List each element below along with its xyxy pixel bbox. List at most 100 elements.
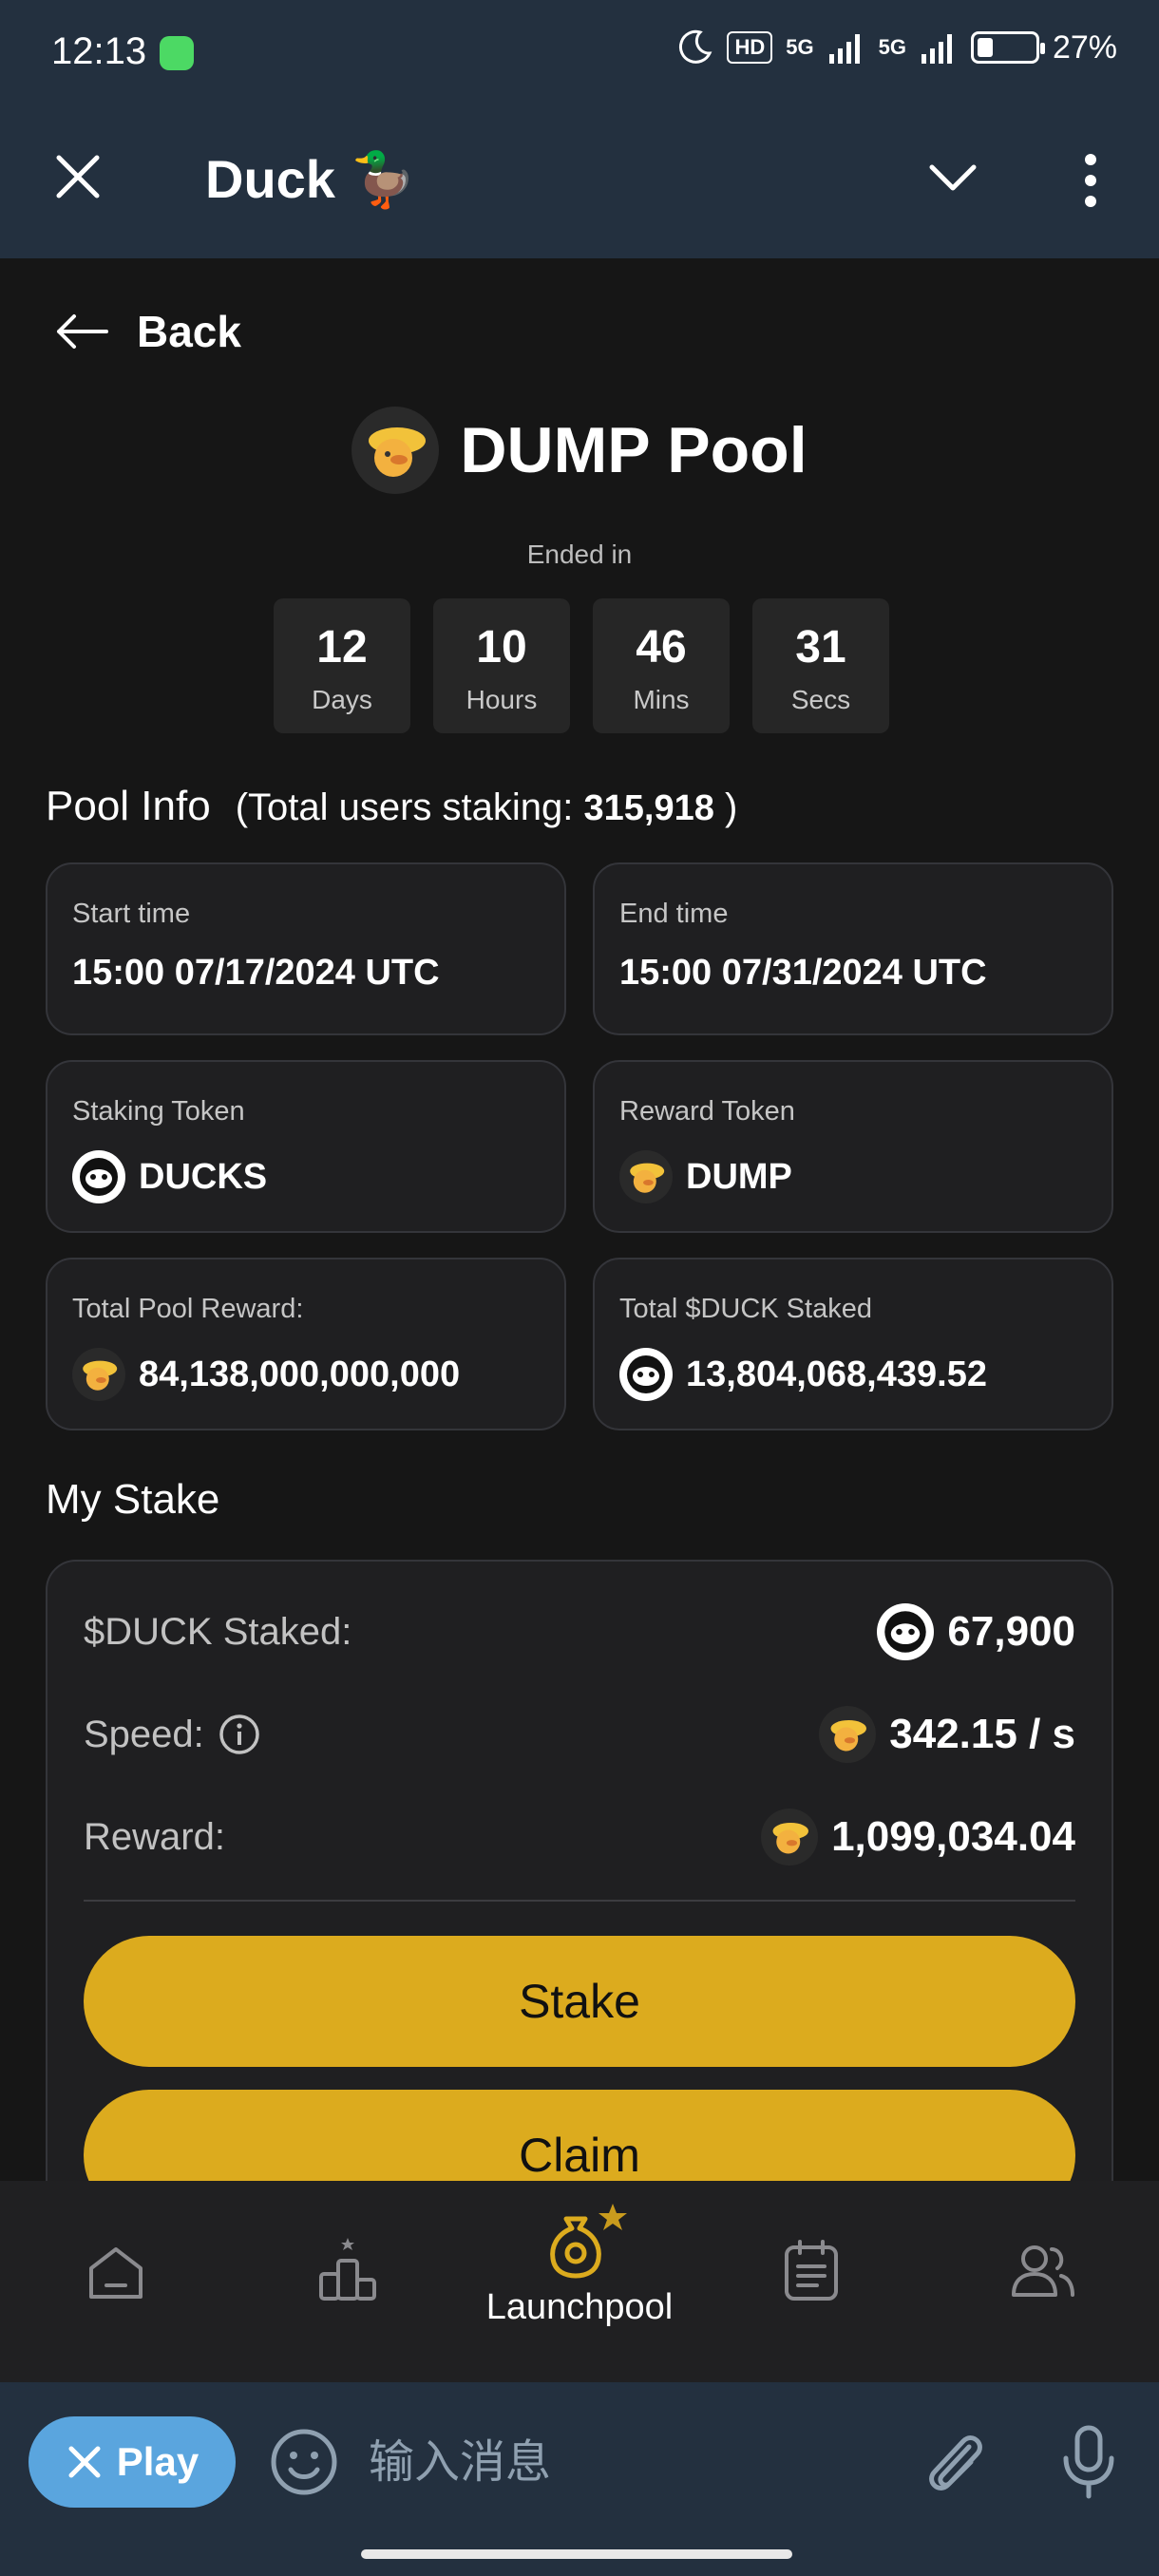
pool-info-title: Pool Info xyxy=(46,783,211,829)
total-staked-card: Total $DUCK Staked 13,804,068,439.52 xyxy=(593,1258,1113,1430)
moon-icon xyxy=(679,29,712,64)
duck-token-icon xyxy=(72,1150,125,1203)
card-value: 84,138,000,000,000 xyxy=(72,1348,540,1401)
card-value: DUCKS xyxy=(72,1150,540,1203)
card-label: Total Pool Reward: xyxy=(72,1294,304,1324)
launchpool-icon xyxy=(550,2204,627,2279)
countdown-unit: Secs xyxy=(790,685,851,714)
card-value: 15:00 07/31/2024 UTC xyxy=(619,953,987,993)
reward-amount: 1,099,034.04 xyxy=(831,1813,1075,1860)
pool-info-heading: Pool Info (Total users staking: 315,918 … xyxy=(46,783,737,830)
battery-percent: 27% xyxy=(1052,28,1117,66)
card-value: 15:00 07/17/2024 UTC xyxy=(72,953,440,993)
speed-amount: 342.15 / s xyxy=(889,1711,1075,1757)
total-pool-reward-card: Total Pool Reward: 84,138,000,000,000 xyxy=(46,1258,566,1430)
signal-bars-icon-2 xyxy=(921,34,952,64)
card-label: Total $DUCK Staked xyxy=(619,1294,872,1324)
dump-token-icon xyxy=(352,407,440,494)
countdown-value: 46 xyxy=(636,622,687,672)
claim-button[interactable]: Claim xyxy=(84,2090,1075,2181)
more-vertical-icon[interactable] xyxy=(1079,152,1102,209)
signal-5g-1: 5G xyxy=(786,35,814,59)
duck-token-icon xyxy=(877,1603,935,1660)
duck-staked-value: 67,900 xyxy=(877,1603,1075,1660)
countdown-secs: 31 Secs xyxy=(752,598,889,733)
speed-label-wrap: Speed: xyxy=(84,1713,261,1756)
reward-row: Reward: 1,099,034.04 xyxy=(84,1809,1075,1866)
nav-leaderboard[interactable] xyxy=(232,2181,464,2382)
battery-icon xyxy=(970,31,1045,64)
card-label: Reward Token xyxy=(619,1096,795,1127)
speed-label: Speed: xyxy=(84,1713,204,1755)
pool-title: DUMP Pool xyxy=(460,414,808,486)
countdown-value: 31 xyxy=(795,622,846,672)
friends-icon xyxy=(1012,2245,1074,2297)
dump-token-icon xyxy=(761,1809,819,1866)
nav-tasks[interactable] xyxy=(695,2181,927,2382)
users-count: 315,918 xyxy=(583,788,714,828)
reward-token-name: DUMP xyxy=(686,1156,792,1197)
countdown-value: 10 xyxy=(476,622,527,672)
status-icons: HD 5G 5G 27% xyxy=(675,28,1117,66)
card-label: End time xyxy=(619,899,729,929)
card-label: Staking Token xyxy=(72,1096,245,1127)
leaderboard-icon xyxy=(319,2238,376,2301)
card-label: Start time xyxy=(72,899,191,929)
total-pool-reward-value: 84,138,000,000,000 xyxy=(139,1354,461,1394)
reward-label: Reward: xyxy=(84,1815,225,1858)
duck-staked-amount: 67,900 xyxy=(947,1608,1075,1655)
dump-token-icon xyxy=(72,1348,125,1401)
app-header: Duck 🦆 xyxy=(0,104,1159,258)
duck-staked-row: $DUCK Staked: 67,900 xyxy=(84,1603,1075,1660)
close-icon[interactable] xyxy=(53,152,103,201)
microphone-icon[interactable] xyxy=(1060,2424,1117,2500)
countdown-unit: Mins xyxy=(633,685,690,714)
users-suffix: ) xyxy=(725,786,738,828)
reward-value: 1,099,034.04 xyxy=(761,1809,1075,1866)
countdown-unit: Hours xyxy=(466,685,538,714)
countdown-mins: 46 Mins xyxy=(593,598,730,733)
my-stake-panel: $DUCK Staked: 67,900 Speed: 342.15 / s R… xyxy=(46,1560,1113,2181)
total-users-staking: (Total users staking: 315,918 ) xyxy=(236,786,738,829)
nav-launchpool[interactable]: Launchpool xyxy=(464,2181,695,2382)
main-content: Back DUMP Pool Ended in 12 Days 10 Hours… xyxy=(0,258,1159,2181)
staking-token-name: DUCKS xyxy=(139,1156,268,1197)
bottom-nav: Launchpool xyxy=(0,2181,1159,2382)
countdown-unit: Days xyxy=(312,685,372,714)
nav-launchpool-label: Launchpool xyxy=(485,2287,674,2327)
chevron-down-icon[interactable] xyxy=(926,158,979,196)
arrow-left-icon xyxy=(57,314,108,349)
message-input-bar: Play xyxy=(0,2382,1159,2576)
users-prefix: (Total users staking: xyxy=(235,786,574,828)
reward-token-card: Reward Token DUMP xyxy=(593,1060,1113,1233)
pool-header: DUMP Pool xyxy=(0,407,1159,494)
ended-label: Ended in xyxy=(526,540,633,569)
countdown-value: 12 xyxy=(316,622,368,672)
card-value: 13,804,068,439.52 xyxy=(619,1348,1087,1401)
speed-row: Speed: 342.15 / s xyxy=(84,1706,1075,1763)
message-input[interactable] xyxy=(369,2426,863,2498)
duck-token-icon xyxy=(619,1348,673,1401)
signal-bars-icon xyxy=(828,34,860,64)
total-staked-value: 13,804,068,439.52 xyxy=(686,1354,987,1394)
duck-staked-label: $DUCK Staked: xyxy=(84,1610,352,1653)
dump-token-icon xyxy=(819,1706,877,1763)
back-button[interactable]: Back xyxy=(53,306,241,357)
hd-badge: HD xyxy=(727,31,773,64)
emoji-icon[interactable] xyxy=(270,2428,338,2496)
status-time: 12:13 xyxy=(51,30,147,72)
end-time-card: End time 15:00 07/31/2024 UTC xyxy=(593,862,1113,1035)
paperclip-icon[interactable] xyxy=(920,2426,988,2498)
play-label: Play xyxy=(116,2439,200,2484)
info-icon[interactable] xyxy=(218,1713,261,1756)
stake-button[interactable]: Stake xyxy=(84,1936,1075,2067)
dump-token-icon xyxy=(619,1150,673,1203)
home-indicator[interactable] xyxy=(361,2549,792,2559)
play-button[interactable]: Play xyxy=(28,2416,236,2508)
staking-token-card: Staking Token DUCKS xyxy=(46,1060,566,1233)
nav-home[interactable] xyxy=(0,2181,232,2382)
speed-value: 342.15 / s xyxy=(819,1706,1075,1763)
start-time-card: Start time 15:00 07/17/2024 UTC xyxy=(46,862,566,1035)
nav-friends[interactable] xyxy=(927,2181,1159,2382)
app-notification-icon xyxy=(160,36,194,70)
